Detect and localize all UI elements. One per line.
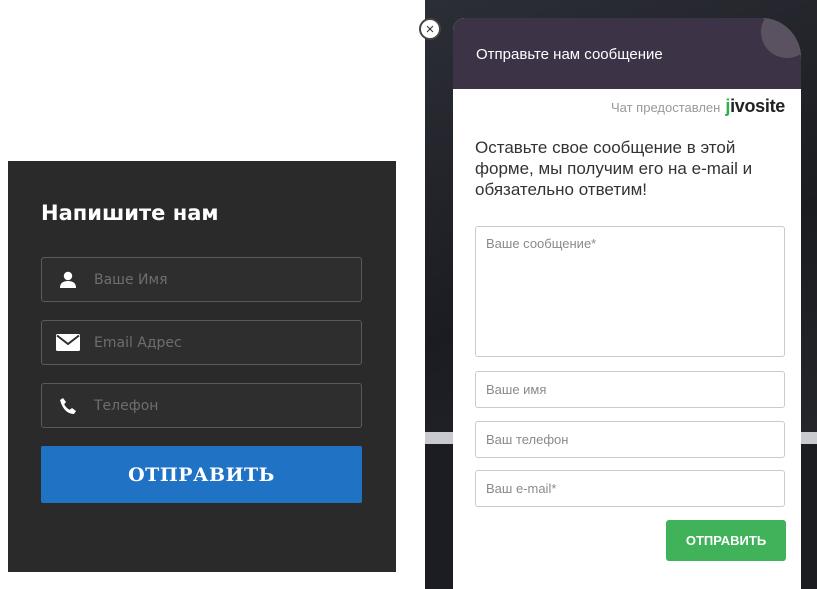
chat-email-input[interactable]: Ваш e-mail* [475,470,785,507]
chat-widget: Отправьте нам сообщение Чат предоставлен… [453,18,801,589]
chat-phone-placeholder: Ваш телефон [486,432,569,447]
contact-submit-button[interactable]: ОТПРАВИТЬ [41,446,362,503]
contact-form-panel: Напишите нам Ваше Имя Email Адрес Телефо… [8,161,396,572]
chat-name-input[interactable]: Ваше имя [475,371,785,408]
chat-email-placeholder: Ваш e-mail* [486,481,557,496]
message-placeholder: Ваше сообщение* [486,236,597,251]
chat-credit-text: Чат предоставлен [611,100,721,115]
user-icon [42,257,94,302]
close-icon[interactable]: × [419,18,441,40]
chat-widget-title: Отправьте нам сообщение [476,46,663,63]
chat-submit-button[interactable]: ОТПРАВИТЬ [666,520,786,561]
jivosite-logo: jivosite [725,96,785,117]
email-placeholder: Email Адрес [94,334,182,351]
chat-intro-text: Оставьте свое сообщение в этой форме, мы… [475,138,753,199]
chat-name-placeholder: Ваше имя [486,382,547,397]
chat-widget-header: Отправьте нам сообщение [453,18,801,89]
header-corner-decoration [761,18,801,58]
phone-field[interactable]: Телефон [41,383,362,428]
email-field[interactable]: Email Адрес [41,320,362,365]
chat-credit[interactable]: Чат предоставлен jivosite [611,96,785,117]
contact-form-title: Напишите нам [41,201,219,225]
message-textarea[interactable]: Ваше сообщение* [475,226,785,357]
phone-placeholder: Телефон [94,397,159,414]
phone-icon [42,383,94,428]
envelope-icon [42,320,94,365]
name-field[interactable]: Ваше Имя [41,257,362,302]
jivosite-logo-rest: ivosite [730,96,785,116]
chat-phone-input[interactable]: Ваш телефон [475,421,785,458]
name-placeholder: Ваше Имя [94,271,168,288]
